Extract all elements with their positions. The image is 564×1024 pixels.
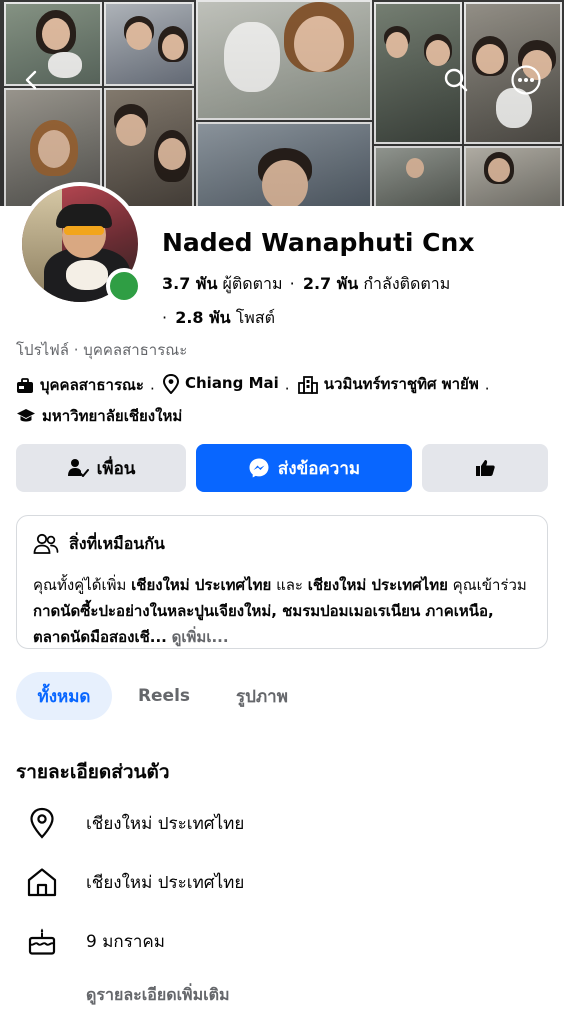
back-button[interactable] (14, 62, 50, 98)
followers-count[interactable]: 3.7 พัน (162, 274, 217, 293)
intro-school[interactable]: มหาวิทยาลัยเชียงใหม่ (16, 403, 182, 430)
more-actions-button[interactable] (422, 444, 548, 492)
graduation-cap-icon (17, 409, 35, 422)
messenger-icon (249, 458, 269, 478)
detail-birthday: 9 มกราคม (26, 921, 165, 961)
people-icon (33, 533, 59, 554)
location-pin-icon (162, 373, 179, 394)
current-city-text[interactable]: เชียงใหม่ ประเทศไทย (86, 810, 244, 837)
hometown-text[interactable]: เชียงใหม่ ประเทศไทย (86, 869, 244, 896)
profile-intro: บุคคลสาธารณะ · Chiang Mai · นวมินทร์ทราช… (16, 370, 556, 433)
details-section-title: รายละเอียดส่วนตัว (16, 761, 170, 783)
search-button[interactable] (438, 62, 474, 98)
building-icon (297, 375, 318, 394)
mutual-interests-header: สิ่งที่เหมือนกัน (33, 530, 531, 558)
tab-reels[interactable]: Reels (122, 672, 206, 720)
detail-current-city: เชียงใหม่ ประเทศไทย (26, 803, 244, 843)
send-message-button[interactable]: ส่งข้อความ (196, 444, 412, 492)
profile-type-label: โปรไฟล์ · บุคคลสาธารณะ (16, 341, 188, 359)
posts-count: 2.8 พัน (175, 308, 231, 327)
more-options-button[interactable] (508, 62, 544, 98)
mutual-interests-card[interactable]: สิ่งที่เหมือนกัน คุณทั้งคู่ได้เพิ่ม เชีย… (16, 515, 548, 649)
following-count[interactable]: 2.7 พัน (303, 274, 358, 293)
see-more-details-link[interactable]: ดูรายละเอียดเพิ่มเติม (86, 983, 230, 1008)
back-arrow-icon (25, 70, 37, 90)
more-options-icon (511, 65, 541, 95)
mutual-interests-title: สิ่งที่เหมือนกัน (69, 533, 165, 553)
briefcase-icon (17, 377, 33, 393)
friend-check-icon (67, 459, 89, 477)
tab-all[interactable]: ทั้งหมด (16, 672, 112, 720)
thumbs-up-icon (476, 460, 495, 476)
intro-location[interactable]: Chiang Mai (162, 370, 279, 397)
intro-workplace[interactable]: นวมินทร์ทราชูทิศ พายัพ (297, 371, 479, 398)
following-label[interactable]: กำลังติดตาม (363, 274, 450, 293)
online-status-indicator (106, 268, 142, 304)
send-message-label: ส่งข้อความ (277, 458, 361, 479)
detail-hometown: เชียงใหม่ ประเทศไทย (26, 862, 244, 902)
location-pin-icon (30, 807, 54, 839)
search-icon (444, 68, 468, 92)
cake-icon (28, 928, 56, 955)
followers-label[interactable]: ผู้ติดตาม (223, 274, 283, 293)
friends-button-label: เพื่อน (96, 458, 136, 479)
profile-name: Naded Wanaphuti Cnx (162, 228, 475, 257)
friends-button[interactable]: เพื่อน (16, 444, 186, 492)
see-more-link[interactable]: ดูเพิ่มเ... (172, 628, 229, 646)
birthday-text: 9 มกราคม (86, 931, 165, 952)
home-icon (27, 868, 57, 897)
cover-photo[interactable] (0, 0, 564, 212)
mutual-interests-text: คุณทั้งคู่ได้เพิ่ม เชียงใหม่ ประเทศไทย แ… (33, 576, 527, 646)
posts-label: โพสต์ (235, 308, 275, 327)
tab-photos[interactable]: รูปภาพ (214, 672, 310, 720)
intro-category: บุคคลสาธารณะ (16, 372, 144, 399)
profile-stats: 3.7 พัน ผู้ติดตาม · 2.7 พัน กำลังติดตาม … (162, 274, 451, 327)
